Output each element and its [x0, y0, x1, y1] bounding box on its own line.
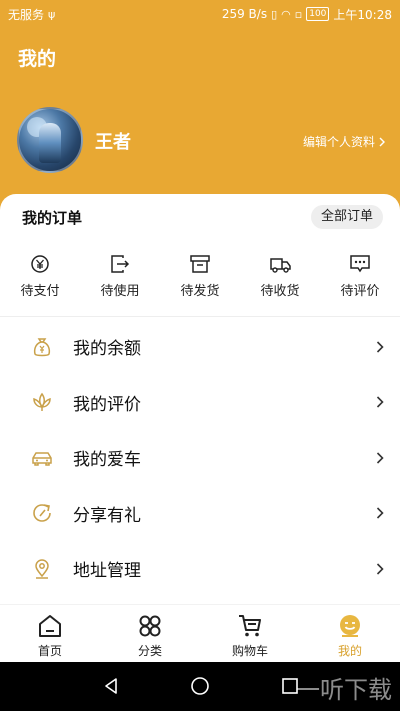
chevron-right-icon [376, 341, 384, 353]
usb-icon: ψ [48, 7, 56, 21]
order-label: 待收货 [260, 284, 300, 299]
order-item-to-review[interactable]: 待评价 [320, 254, 400, 304]
system-nav-bar: 一听下载 [0, 662, 400, 711]
carrier-text: 无服务 [8, 7, 45, 22]
box-icon [190, 255, 210, 273]
yen-circle-icon [31, 255, 49, 273]
tab-cart[interactable]: 购物车 [200, 605, 300, 662]
menu-list: 我的余额 我的评价 我的爱车 分享有礼 地址管理 [0, 319, 400, 597]
tab-category[interactable]: 分类 [100, 605, 200, 662]
tab-mine[interactable]: 我的 [300, 605, 400, 662]
car-icon [32, 452, 52, 466]
orders-title: 我的订单 [22, 209, 83, 227]
menu-label: 我的余额 [73, 339, 141, 360]
order-item-pending-payment[interactable]: 待支付 [0, 254, 80, 304]
truck-icon [270, 258, 291, 273]
order-item-to-receive[interactable]: 待收货 [240, 254, 320, 304]
order-label: 待支付 [20, 284, 60, 299]
username: 王者 [95, 132, 131, 153]
tab-label: 购物车 [231, 644, 268, 658]
exit-box-icon [111, 255, 130, 273]
sim-icon: ▫ [294, 7, 303, 21]
chevron-right-icon [376, 563, 384, 575]
battery-icon: 100 [306, 7, 330, 21]
vibrate-icon: ▯ [271, 7, 278, 21]
menu-item-balance[interactable]: 我的余额 [0, 319, 400, 375]
status-bar: 无服务 ψ 259 B/s ▯ ◠ ▫ 100 上午10:28 [0, 0, 400, 28]
menu-label: 分享有礼 [73, 505, 141, 526]
watermark: 一听下载 [296, 676, 392, 704]
tab-label: 我的 [337, 644, 362, 658]
content-card: 我的订单 全部订单 待支付 待使用 待发货 待收货 待评价 我的余额 我的评价 … [0, 194, 400, 604]
back-triangle-icon[interactable] [101, 676, 121, 696]
chat-bubble-icon [350, 255, 370, 273]
all-orders-button[interactable]: 全部订单 [310, 205, 383, 229]
menu-item-my-car[interactable]: 我的爱车 [0, 430, 400, 486]
location-pin-icon [35, 558, 49, 579]
order-label: 待评价 [340, 284, 380, 299]
status-left: 无服务 ψ [8, 6, 55, 23]
divider [0, 316, 400, 317]
chevron-right-icon [379, 137, 385, 146]
order-label: 待使用 [100, 284, 140, 299]
share-refresh-icon [33, 504, 51, 523]
money-bag-icon [33, 338, 51, 356]
chevron-right-icon [376, 507, 384, 519]
home-circle-icon[interactable] [190, 676, 210, 696]
order-status-row: 待支付 待使用 待发货 待收货 待评价 [0, 254, 400, 304]
category-icon [139, 615, 161, 637]
tab-label: 首页 [37, 644, 62, 658]
home-icon [39, 615, 61, 637]
tab-home[interactable]: 首页 [0, 605, 100, 662]
cart-icon [239, 615, 261, 637]
lotus-icon [33, 392, 51, 412]
menu-label: 地址管理 [73, 561, 141, 582]
wifi-icon: ◠ [281, 7, 291, 21]
bottom-tab-bar: 首页 分类 购物车 我的 [0, 604, 400, 662]
order-label: 待发货 [180, 284, 220, 299]
edit-profile-link[interactable]: 编辑个人资料 [303, 133, 386, 150]
edit-profile-label: 编辑个人资料 [302, 135, 375, 149]
order-item-to-ship[interactable]: 待发货 [160, 254, 240, 304]
status-right: 259 B/s ▯ ◠ ▫ 100 上午10:28 [222, 6, 392, 23]
avatar-figure [39, 123, 61, 163]
menu-label: 我的爱车 [73, 450, 141, 471]
order-item-to-use[interactable]: 待使用 [80, 254, 160, 304]
menu-label: 我的评价 [73, 394, 141, 415]
menu-item-share-gift[interactable]: 分享有礼 [0, 486, 400, 542]
network-speed: 259 B/s [221, 7, 268, 21]
status-time: 上午10:28 [333, 7, 392, 22]
tab-label: 分类 [137, 644, 162, 658]
page-title: 我的 [18, 48, 57, 70]
profile-header: 我的 王者 编辑个人资料 [0, 28, 400, 218]
profile-face-icon [340, 615, 360, 637]
avatar[interactable] [17, 107, 83, 173]
menu-item-address[interactable]: 地址管理 [0, 541, 400, 597]
chevron-right-icon [376, 396, 384, 408]
chevron-right-icon [376, 452, 384, 464]
menu-item-reviews[interactable]: 我的评价 [0, 375, 400, 431]
